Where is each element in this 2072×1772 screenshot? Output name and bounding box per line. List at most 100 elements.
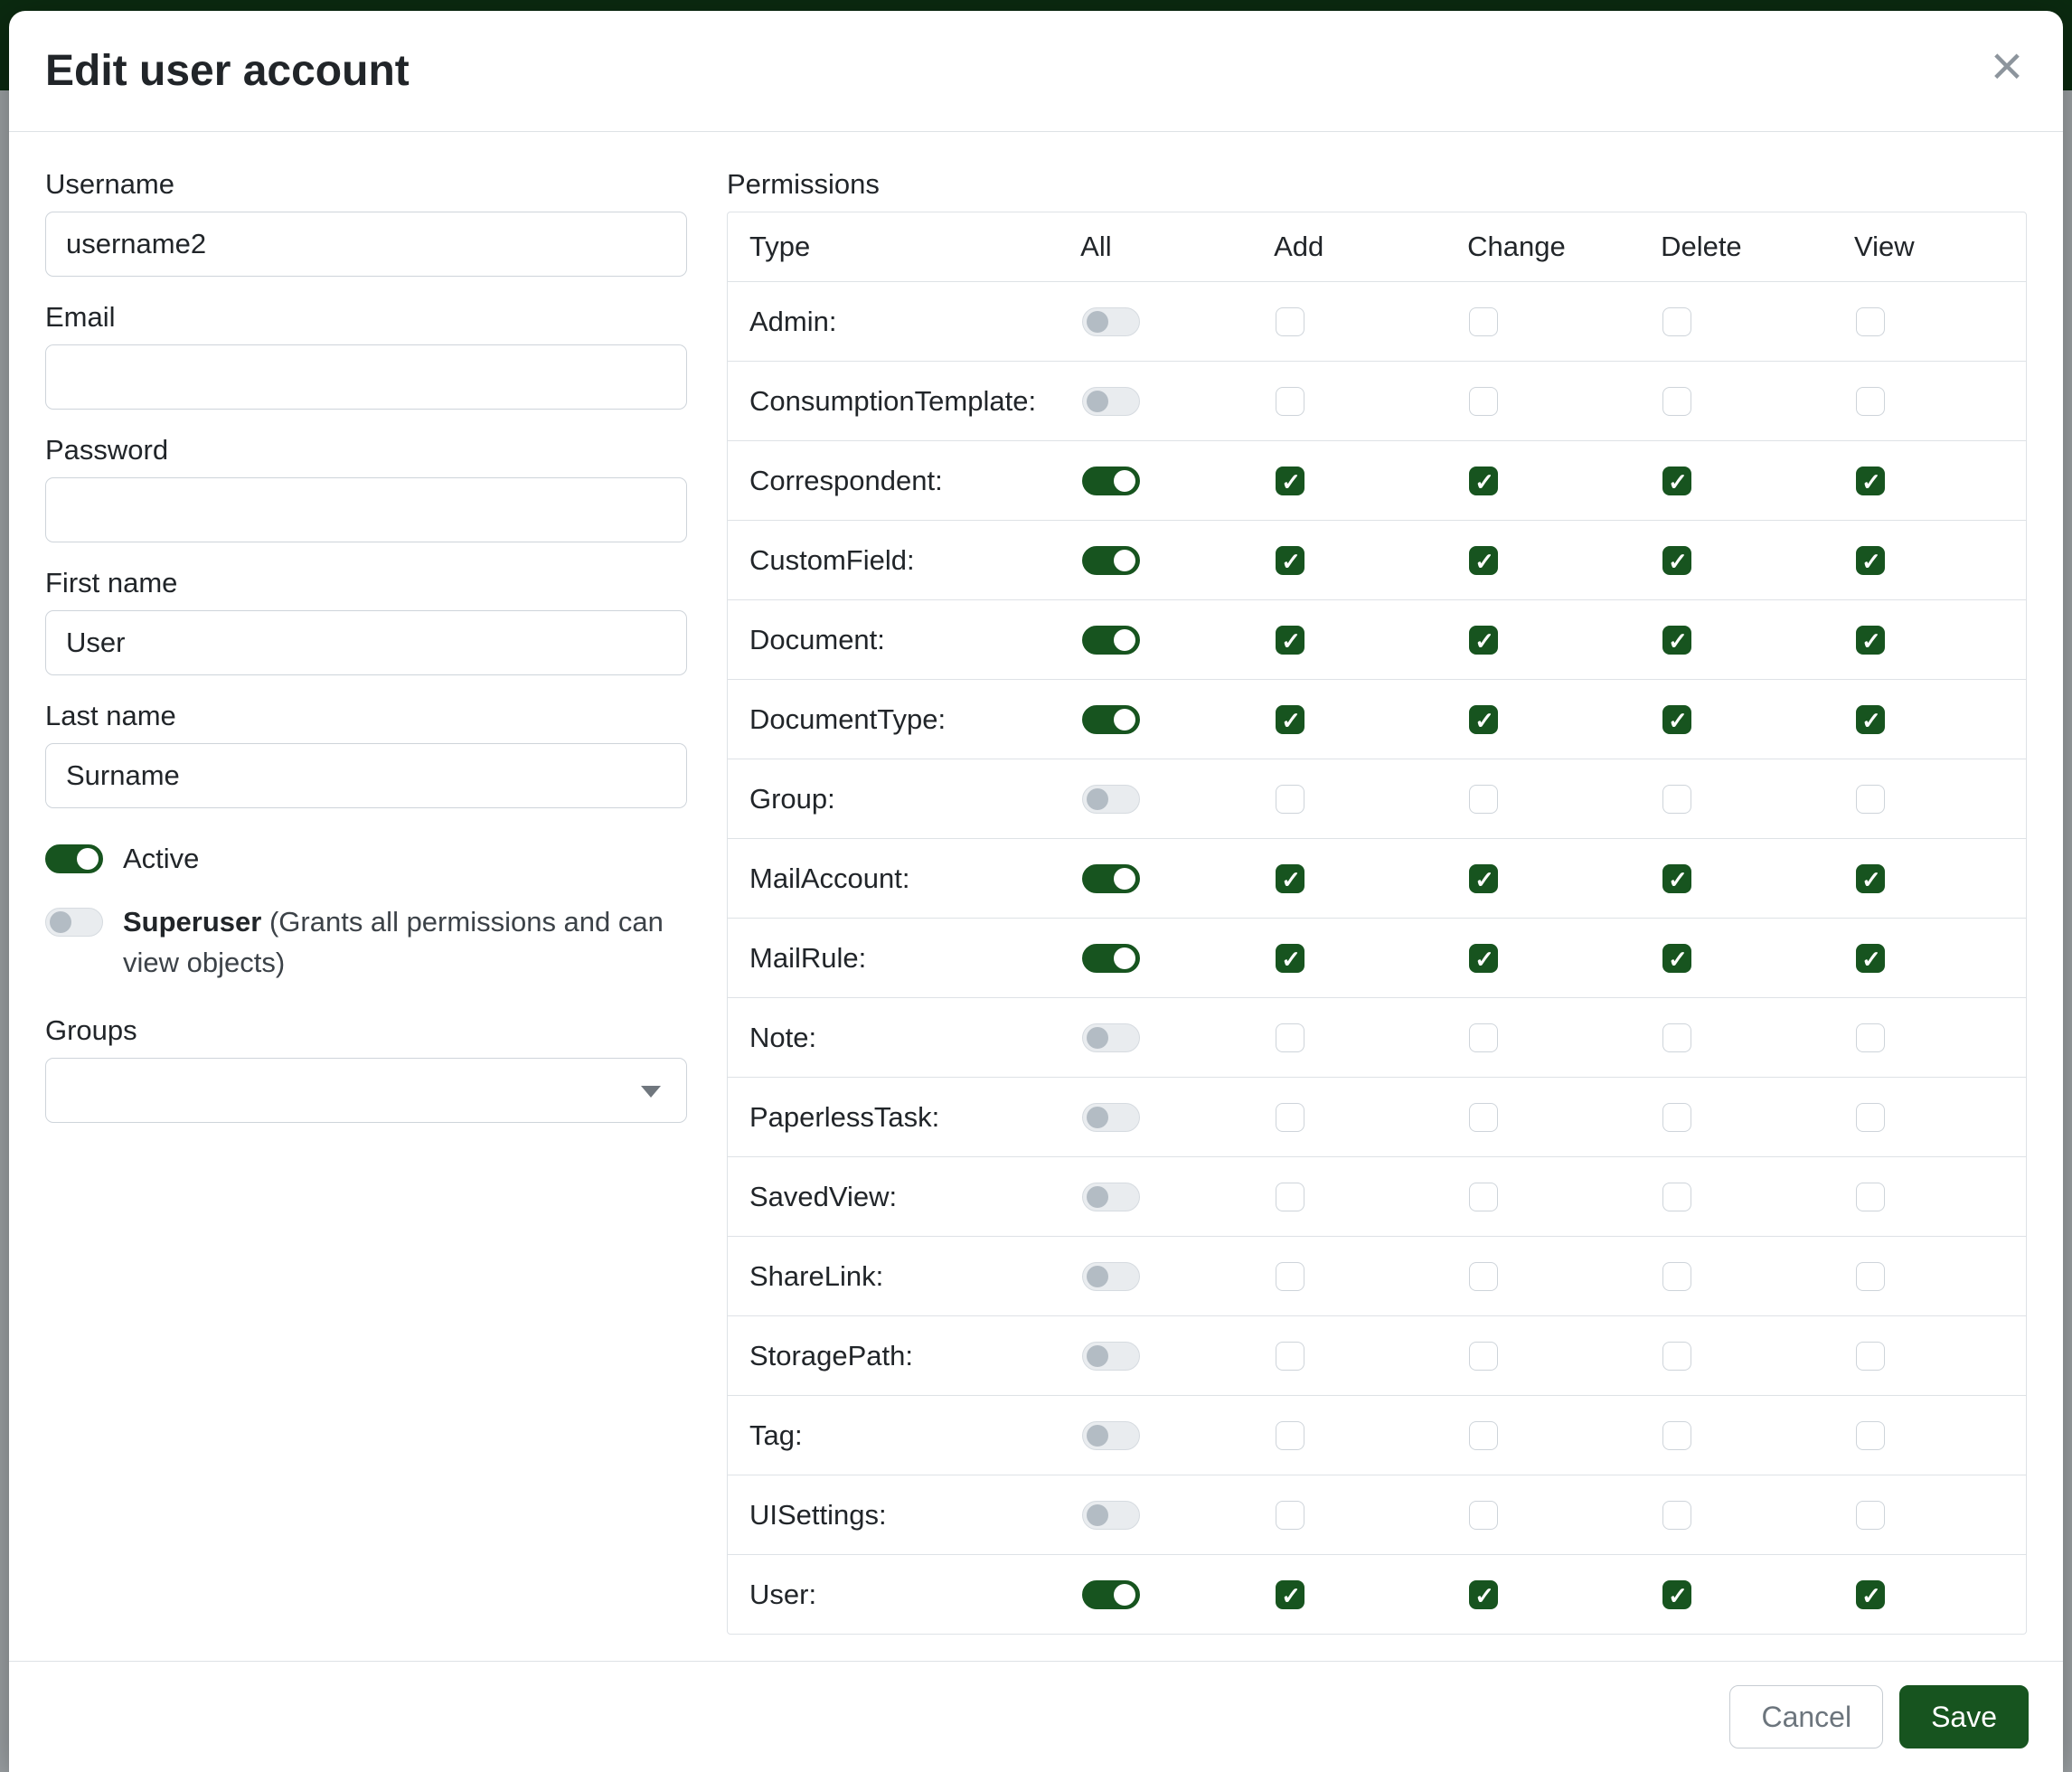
delete-checkbox[interactable] xyxy=(1662,467,1691,495)
save-button[interactable]: Save xyxy=(1899,1685,2029,1748)
all-toggle[interactable] xyxy=(1082,705,1140,734)
delete-checkbox[interactable] xyxy=(1662,1342,1691,1371)
change-checkbox[interactable] xyxy=(1469,864,1498,893)
view-checkbox[interactable] xyxy=(1856,1023,1885,1052)
close-button[interactable]: × xyxy=(1974,34,2039,99)
change-checkbox[interactable] xyxy=(1469,546,1498,575)
change-checkbox[interactable] xyxy=(1469,1421,1498,1450)
delete-checkbox[interactable] xyxy=(1662,387,1691,416)
password-group: Password xyxy=(45,434,687,542)
all-toggle[interactable] xyxy=(1082,1023,1140,1052)
all-toggle[interactable] xyxy=(1082,1183,1140,1211)
add-checkbox[interactable] xyxy=(1276,1580,1304,1609)
change-checkbox[interactable] xyxy=(1469,626,1498,655)
active-toggle[interactable] xyxy=(45,844,103,873)
add-checkbox[interactable] xyxy=(1276,1421,1304,1450)
superuser-toggle[interactable] xyxy=(45,908,103,937)
add-checkbox[interactable] xyxy=(1276,864,1304,893)
add-checkbox[interactable] xyxy=(1276,1103,1304,1132)
all-toggle[interactable] xyxy=(1082,864,1140,893)
cancel-button[interactable]: Cancel xyxy=(1729,1685,1883,1748)
last-name-field[interactable] xyxy=(45,743,687,808)
view-checkbox[interactable] xyxy=(1856,626,1885,655)
all-toggle[interactable] xyxy=(1082,785,1140,814)
modal-footer: Cancel Save xyxy=(9,1661,2063,1772)
view-checkbox[interactable] xyxy=(1856,387,1885,416)
all-toggle[interactable] xyxy=(1082,626,1140,655)
change-checkbox[interactable] xyxy=(1469,1183,1498,1211)
add-checkbox[interactable] xyxy=(1276,626,1304,655)
change-checkbox[interactable] xyxy=(1469,1501,1498,1530)
change-checkbox[interactable] xyxy=(1469,785,1498,814)
delete-checkbox[interactable] xyxy=(1662,944,1691,973)
add-checkbox[interactable] xyxy=(1276,1183,1304,1211)
change-checkbox[interactable] xyxy=(1469,387,1498,416)
change-checkbox[interactable] xyxy=(1469,1103,1498,1132)
delete-checkbox[interactable] xyxy=(1662,1103,1691,1132)
all-toggle[interactable] xyxy=(1082,1262,1140,1291)
delete-checkbox[interactable] xyxy=(1662,1023,1691,1052)
view-checkbox[interactable] xyxy=(1856,705,1885,734)
view-checkbox[interactable] xyxy=(1856,1103,1885,1132)
add-checkbox[interactable] xyxy=(1276,1501,1304,1530)
add-checkbox[interactable] xyxy=(1276,546,1304,575)
column-header-add: Add xyxy=(1252,231,1446,263)
view-checkbox[interactable] xyxy=(1856,1421,1885,1450)
view-checkbox[interactable] xyxy=(1856,944,1885,973)
view-checkbox[interactable] xyxy=(1856,785,1885,814)
add-checkbox[interactable] xyxy=(1276,387,1304,416)
delete-checkbox[interactable] xyxy=(1662,785,1691,814)
delete-checkbox[interactable] xyxy=(1662,1262,1691,1291)
view-checkbox[interactable] xyxy=(1856,1580,1885,1609)
delete-checkbox[interactable] xyxy=(1662,307,1691,336)
view-checkbox[interactable] xyxy=(1856,1262,1885,1291)
permission-type-label: MailRule: xyxy=(728,942,1059,975)
username-input[interactable] xyxy=(45,212,687,277)
all-toggle[interactable] xyxy=(1082,546,1140,575)
email-field[interactable] xyxy=(45,344,687,410)
all-toggle[interactable] xyxy=(1082,387,1140,416)
all-toggle[interactable] xyxy=(1082,467,1140,495)
delete-checkbox[interactable] xyxy=(1662,1183,1691,1211)
add-checkbox[interactable] xyxy=(1276,705,1304,734)
add-checkbox[interactable] xyxy=(1276,1342,1304,1371)
all-toggle[interactable] xyxy=(1082,1103,1140,1132)
password-field[interactable] xyxy=(45,477,687,542)
add-checkbox[interactable] xyxy=(1276,1262,1304,1291)
view-checkbox[interactable] xyxy=(1856,1342,1885,1371)
change-checkbox[interactable] xyxy=(1469,1342,1498,1371)
add-checkbox[interactable] xyxy=(1276,785,1304,814)
change-checkbox[interactable] xyxy=(1469,1580,1498,1609)
change-checkbox[interactable] xyxy=(1469,467,1498,495)
all-toggle[interactable] xyxy=(1082,1421,1140,1450)
all-toggle[interactable] xyxy=(1082,944,1140,973)
change-checkbox[interactable] xyxy=(1469,307,1498,336)
all-toggle[interactable] xyxy=(1082,1580,1140,1609)
all-toggle[interactable] xyxy=(1082,307,1140,336)
all-toggle[interactable] xyxy=(1082,1501,1140,1530)
delete-checkbox[interactable] xyxy=(1662,626,1691,655)
delete-checkbox[interactable] xyxy=(1662,705,1691,734)
delete-checkbox[interactable] xyxy=(1662,1501,1691,1530)
change-checkbox[interactable] xyxy=(1469,705,1498,734)
delete-checkbox[interactable] xyxy=(1662,1580,1691,1609)
view-checkbox[interactable] xyxy=(1856,307,1885,336)
change-checkbox[interactable] xyxy=(1469,944,1498,973)
delete-checkbox[interactable] xyxy=(1662,546,1691,575)
delete-checkbox[interactable] xyxy=(1662,1421,1691,1450)
first-name-field[interactable] xyxy=(45,610,687,675)
add-checkbox[interactable] xyxy=(1276,944,1304,973)
view-checkbox[interactable] xyxy=(1856,467,1885,495)
view-checkbox[interactable] xyxy=(1856,1183,1885,1211)
change-checkbox[interactable] xyxy=(1469,1262,1498,1291)
view-checkbox[interactable] xyxy=(1856,864,1885,893)
add-checkbox[interactable] xyxy=(1276,467,1304,495)
add-checkbox[interactable] xyxy=(1276,1023,1304,1052)
groups-select[interactable] xyxy=(45,1058,687,1123)
add-checkbox[interactable] xyxy=(1276,307,1304,336)
all-toggle[interactable] xyxy=(1082,1342,1140,1371)
delete-checkbox[interactable] xyxy=(1662,864,1691,893)
change-checkbox[interactable] xyxy=(1469,1023,1498,1052)
view-checkbox[interactable] xyxy=(1856,1501,1885,1530)
view-checkbox[interactable] xyxy=(1856,546,1885,575)
